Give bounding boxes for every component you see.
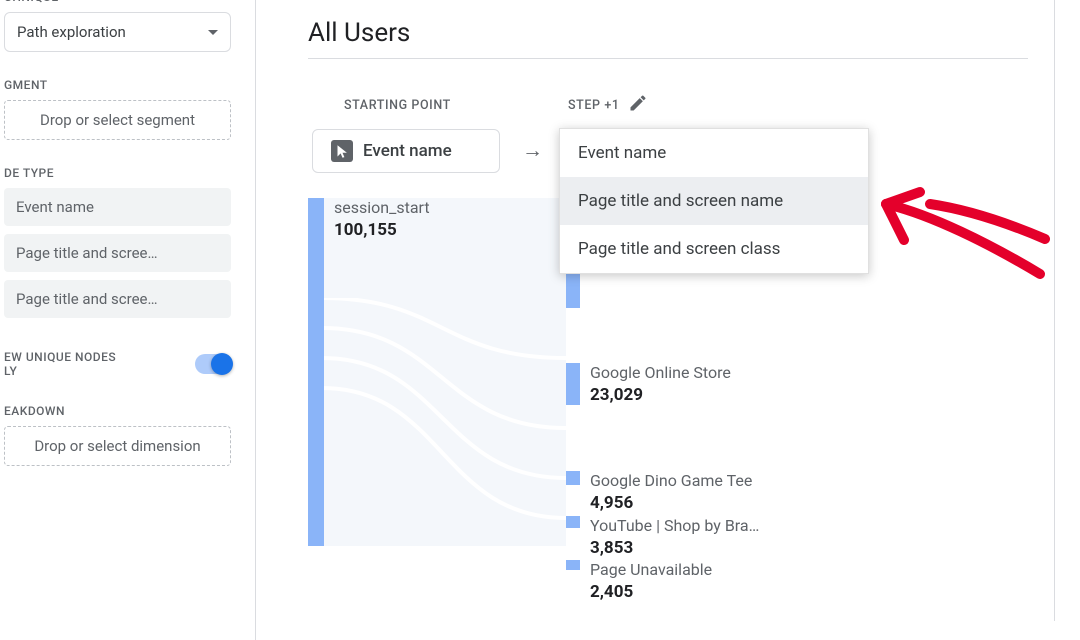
- pencil-icon[interactable]: [628, 93, 648, 117]
- nodetype-chip[interactable]: Page title and scree…: [4, 234, 231, 272]
- step-node-bar: [566, 471, 580, 485]
- nodetype-chip[interactable]: Event name: [4, 188, 231, 226]
- step-node-bar: [566, 560, 580, 570]
- step-header: STEP +1: [568, 98, 620, 113]
- chevron-down-icon: [208, 30, 218, 35]
- step-node-label: Page Unavailable: [590, 560, 712, 579]
- technique-value: Path exploration: [17, 23, 126, 41]
- segment-label: GMENT: [4, 78, 231, 92]
- technique-select[interactable]: Path exploration: [4, 12, 231, 52]
- step-node-value: 23,029: [590, 385, 643, 405]
- config-sidebar: CHNIQUE Path exploration GMENT Drop or s…: [0, 0, 256, 640]
- step-node-value: 4,956: [590, 493, 633, 513]
- step-node-label: Google Dino Game Tee: [590, 471, 752, 490]
- starting-point-chip[interactable]: Event name: [312, 129, 500, 173]
- step-node-label: Google Online Store: [590, 363, 731, 382]
- start-node-value: 100,155: [334, 220, 397, 240]
- unique-nodes-toggle[interactable]: [195, 354, 231, 374]
- breakdown-dropzone[interactable]: Drop or select dimension: [4, 426, 231, 466]
- step-node-bar: [566, 516, 580, 528]
- starting-point-value: Event name: [363, 141, 452, 161]
- cursor-icon: [331, 140, 353, 162]
- step-node-label: YouTube | Shop by Bra…: [590, 516, 759, 535]
- unique-label: EW UNIQUE NODES LY: [4, 350, 116, 378]
- arrow-right-icon: →: [522, 139, 543, 163]
- step-node-value: 2,405: [590, 582, 633, 602]
- start-node-bar[interactable]: [308, 198, 324, 546]
- dropdown-item-event-name[interactable]: Event name: [560, 129, 868, 177]
- breakdown-label: EAKDOWN: [4, 404, 231, 418]
- dropdown-item-page-title-screen-name[interactable]: Page title and screen name: [560, 177, 868, 225]
- technique-label: CHNIQUE: [4, 0, 231, 4]
- report-title: All Users: [308, 18, 1028, 59]
- dropdown-item-page-title-screen-class[interactable]: Page title and screen class: [560, 225, 868, 273]
- right-border: [1054, 0, 1055, 621]
- starting-point-header: STARTING POINT: [308, 98, 568, 113]
- step-node-bar: [566, 363, 580, 405]
- segment-dropzone[interactable]: Drop or select segment: [4, 100, 231, 140]
- start-node-label: session_start: [334, 198, 430, 217]
- step-node-value: 3,853: [590, 538, 633, 558]
- nodetype-chip[interactable]: Page title and scree…: [4, 280, 231, 318]
- step-dropdown: Event name Page title and screen name Pa…: [559, 128, 869, 274]
- nodetype-label: DE TYPE: [4, 166, 231, 180]
